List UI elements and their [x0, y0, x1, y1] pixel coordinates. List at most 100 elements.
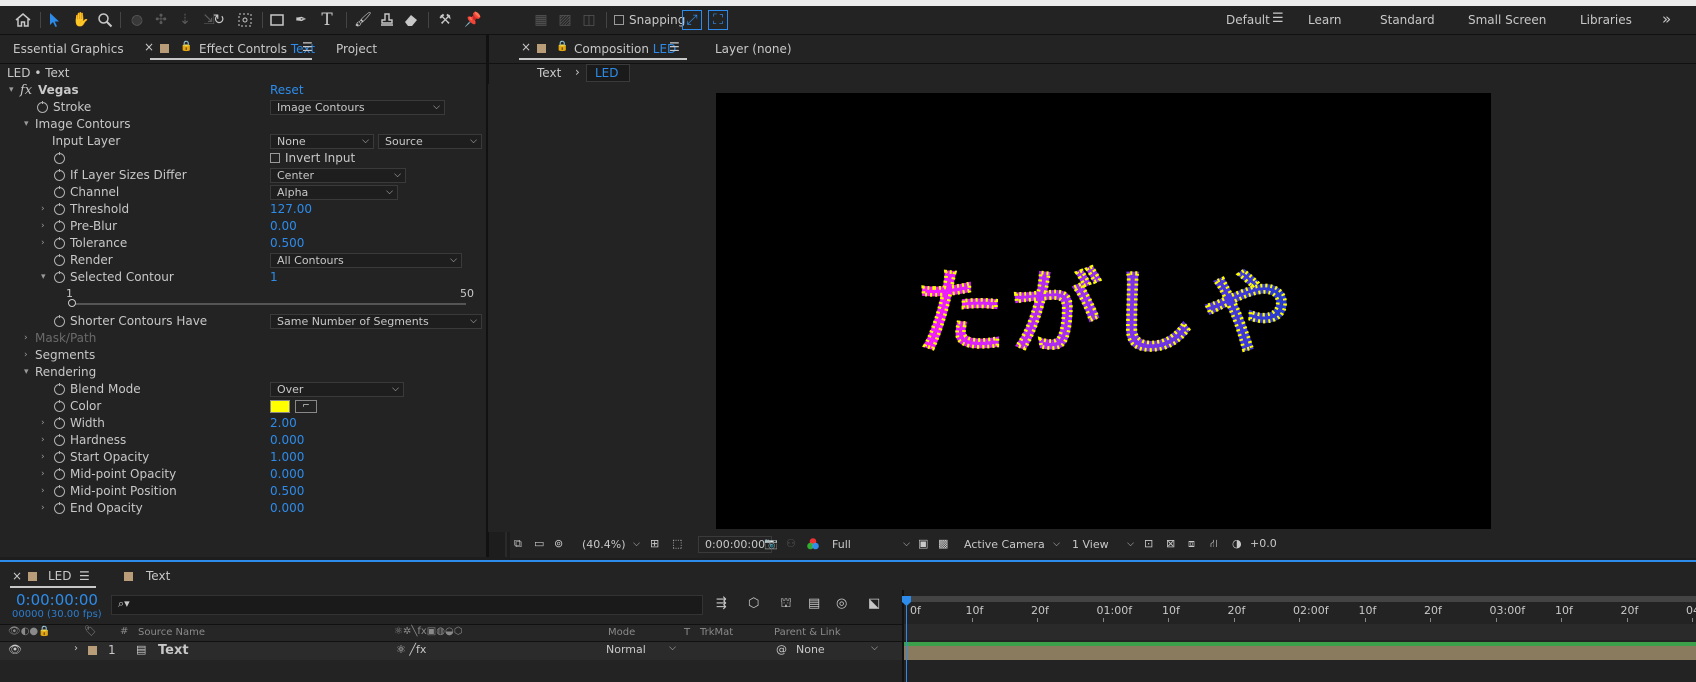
- shy-layers-icon[interactable]: ⛫: [780, 596, 792, 613]
- exposure-value[interactable]: +0.0: [1250, 537, 1277, 550]
- timeline-icon[interactable]: ⧈: [1188, 537, 1195, 551]
- collapse-arrow-icon[interactable]: ›: [41, 483, 45, 500]
- slider-thumb[interactable]: [68, 299, 76, 307]
- stopwatch-icon[interactable]: [54, 203, 65, 215]
- expand-arrow-icon[interactable]: ▾: [24, 364, 29, 381]
- snapshot-icon[interactable]: 📷: [764, 537, 778, 550]
- clone-stamp-icon[interactable]: [376, 9, 398, 31]
- eraser-tool-icon[interactable]: [400, 9, 422, 31]
- views-dropdown[interactable]: 1 View ⌵: [1072, 536, 1134, 553]
- collapse-arrow-icon[interactable]: ›: [41, 500, 45, 517]
- roi-icon[interactable]: ▣: [918, 537, 928, 550]
- trkmat-header[interactable]: TrkMat: [700, 627, 733, 638]
- layer-row[interactable]: 👁 › 1 ▤ Text ⚛ ╱fx Normal ⌵ @ None ⌵: [0, 642, 902, 660]
- snap-edges-icon[interactable]: ⤢: [682, 10, 702, 30]
- timeline-timecode[interactable]: 0:00:00:00: [16, 591, 98, 609]
- stopwatch-icon[interactable]: [54, 152, 65, 164]
- draft-3d-icon[interactable]: ⬡: [748, 596, 759, 611]
- threshold-value[interactable]: 127.00: [270, 201, 312, 218]
- crumb-led[interactable]: LED: [586, 64, 630, 82]
- brush-tool-icon[interactable]: 🖌: [352, 9, 374, 31]
- label-color-icon[interactable]: [88, 646, 97, 655]
- toggle-pixel-icon[interactable]: ⊡: [1144, 537, 1153, 550]
- visibility-eye-icon[interactable]: 👁: [8, 643, 22, 656]
- stopwatch-icon[interactable]: [54, 485, 65, 497]
- preblur-value[interactable]: 0.00: [270, 218, 297, 235]
- layer-switches-icons[interactable]: ⚛ ╱fx: [396, 643, 426, 656]
- collapse-arrow-icon[interactable]: ›: [41, 201, 45, 218]
- close-icon[interactable]: ×: [12, 569, 22, 583]
- playhead-line[interactable]: [906, 596, 907, 682]
- collapse-arrow-icon[interactable]: ›: [41, 466, 45, 483]
- tab-composition[interactable]: Composition LED: [574, 42, 676, 56]
- collapse-arrow-icon[interactable]: ›: [41, 415, 45, 432]
- slider-track[interactable]: [68, 299, 466, 307]
- dolly-camera-icon[interactable]: ⇣: [174, 9, 196, 31]
- mode-dropdown[interactable]: Normal ⌵: [606, 643, 676, 656]
- composition-canvas[interactable]: たがしや: [716, 93, 1491, 529]
- resolution-dropdown[interactable]: Full ⌵: [832, 536, 910, 553]
- layer-name[interactable]: Text: [158, 643, 189, 658]
- collapse-arrow-icon[interactable]: ›: [41, 235, 45, 252]
- workspace-default[interactable]: Default: [1226, 13, 1270, 27]
- transparency-grid-icon[interactable]: ▩: [938, 537, 948, 550]
- source-name-header[interactable]: Source Name: [138, 627, 205, 638]
- snapping-checkbox[interactable]: Snapping: [614, 13, 685, 27]
- orbit-camera-icon[interactable]: ◍: [126, 9, 148, 31]
- channels-icon[interactable]: [806, 537, 820, 551]
- snap-icon-b[interactable]: ◫: [578, 9, 600, 31]
- align-icon[interactable]: ▦: [530, 9, 552, 31]
- pan-camera-icon[interactable]: ✣: [150, 9, 172, 31]
- pick-whip-icon[interactable]: @: [776, 643, 787, 656]
- snap-icon-a[interactable]: ▨: [554, 9, 576, 31]
- workspace-standard[interactable]: Standard: [1380, 13, 1435, 27]
- graph-editor-icon[interactable]: ⬕: [868, 596, 880, 611]
- hand-tool-icon[interactable]: ✋: [70, 9, 92, 31]
- stopwatch-icon[interactable]: [54, 451, 65, 463]
- channel-dropdown[interactable]: Alpha ⌵: [270, 185, 398, 200]
- shorter-contours-dropdown[interactable]: Same Number of Segments ⌵: [270, 314, 482, 329]
- input-layer-dropdown[interactable]: None ⌵: [270, 134, 374, 149]
- region-icon[interactable]: ⬚: [672, 537, 682, 550]
- start-opacity-value[interactable]: 1.000: [270, 449, 304, 466]
- exposure-icon[interactable]: ◑: [1232, 537, 1242, 550]
- selected-contour-value[interactable]: 1: [270, 269, 278, 286]
- input-source-dropdown[interactable]: Source ⌵: [378, 134, 482, 149]
- twirl-arrow-icon[interactable]: ›: [74, 643, 78, 654]
- parent-dropdown[interactable]: None ⌵: [796, 643, 878, 656]
- stopwatch-icon[interactable]: [54, 434, 65, 446]
- layer-sizes-dropdown[interactable]: Center ⌵: [270, 168, 406, 183]
- comp-mini-flowchart-icon[interactable]: ⇶: [716, 596, 727, 611]
- collapse-arrow-icon[interactable]: ›: [41, 449, 45, 466]
- time-ruler[interactable]: 0f 10f 20f 01:00f 10f 20f 02:00f 10f 20f 03:00f 10…: [904, 604, 1696, 622]
- zoom-dropdown[interactable]: (40.4%) ⌵: [582, 536, 640, 553]
- snap-points-icon[interactable]: ⛶: [708, 10, 728, 30]
- tolerance-value[interactable]: 0.500: [270, 235, 304, 252]
- always-preview-icon[interactable]: ⧉: [514, 537, 522, 551]
- collapse-arrow-icon[interactable]: ›: [41, 218, 45, 235]
- workspace-small-screen[interactable]: Small Screen: [1468, 13, 1546, 27]
- color-swatch[interactable]: [270, 400, 290, 413]
- rectangle-tool-icon[interactable]: [266, 9, 288, 31]
- selection-tool-icon[interactable]: [44, 9, 66, 31]
- tab-timeline-text[interactable]: Text: [146, 569, 170, 583]
- tab-timeline-led[interactable]: LED: [48, 569, 72, 583]
- viewer-timecode[interactable]: 0:00:00:00: [698, 536, 773, 553]
- search-input[interactable]: [140, 597, 694, 613]
- crumb-text[interactable]: Text: [537, 66, 561, 80]
- collapse-arrow-icon[interactable]: ›: [24, 330, 28, 347]
- blend-mode-dropdown[interactable]: Over ⌵: [270, 382, 404, 397]
- stopwatch-icon[interactable]: [54, 502, 65, 514]
- reset-link[interactable]: Reset: [270, 82, 304, 99]
- layer-duration-bar[interactable]: [904, 646, 1696, 660]
- panel-menu-icon[interactable]: ☰: [79, 569, 90, 583]
- collapse-arrow-icon[interactable]: ›: [24, 347, 28, 364]
- puppet-pin-icon[interactable]: 📌: [462, 9, 484, 31]
- stopwatch-icon[interactable]: [54, 169, 65, 181]
- show-snapshot-icon[interactable]: ⚇: [786, 537, 796, 550]
- stopwatch-icon[interactable]: [54, 417, 65, 429]
- more-workspaces-icon[interactable]: »: [1662, 10, 1671, 28]
- eyedropper-icon[interactable]: ⌐: [295, 400, 317, 413]
- tab-layer[interactable]: Layer (none): [715, 42, 792, 56]
- mid-position-value[interactable]: 0.500: [270, 483, 304, 500]
